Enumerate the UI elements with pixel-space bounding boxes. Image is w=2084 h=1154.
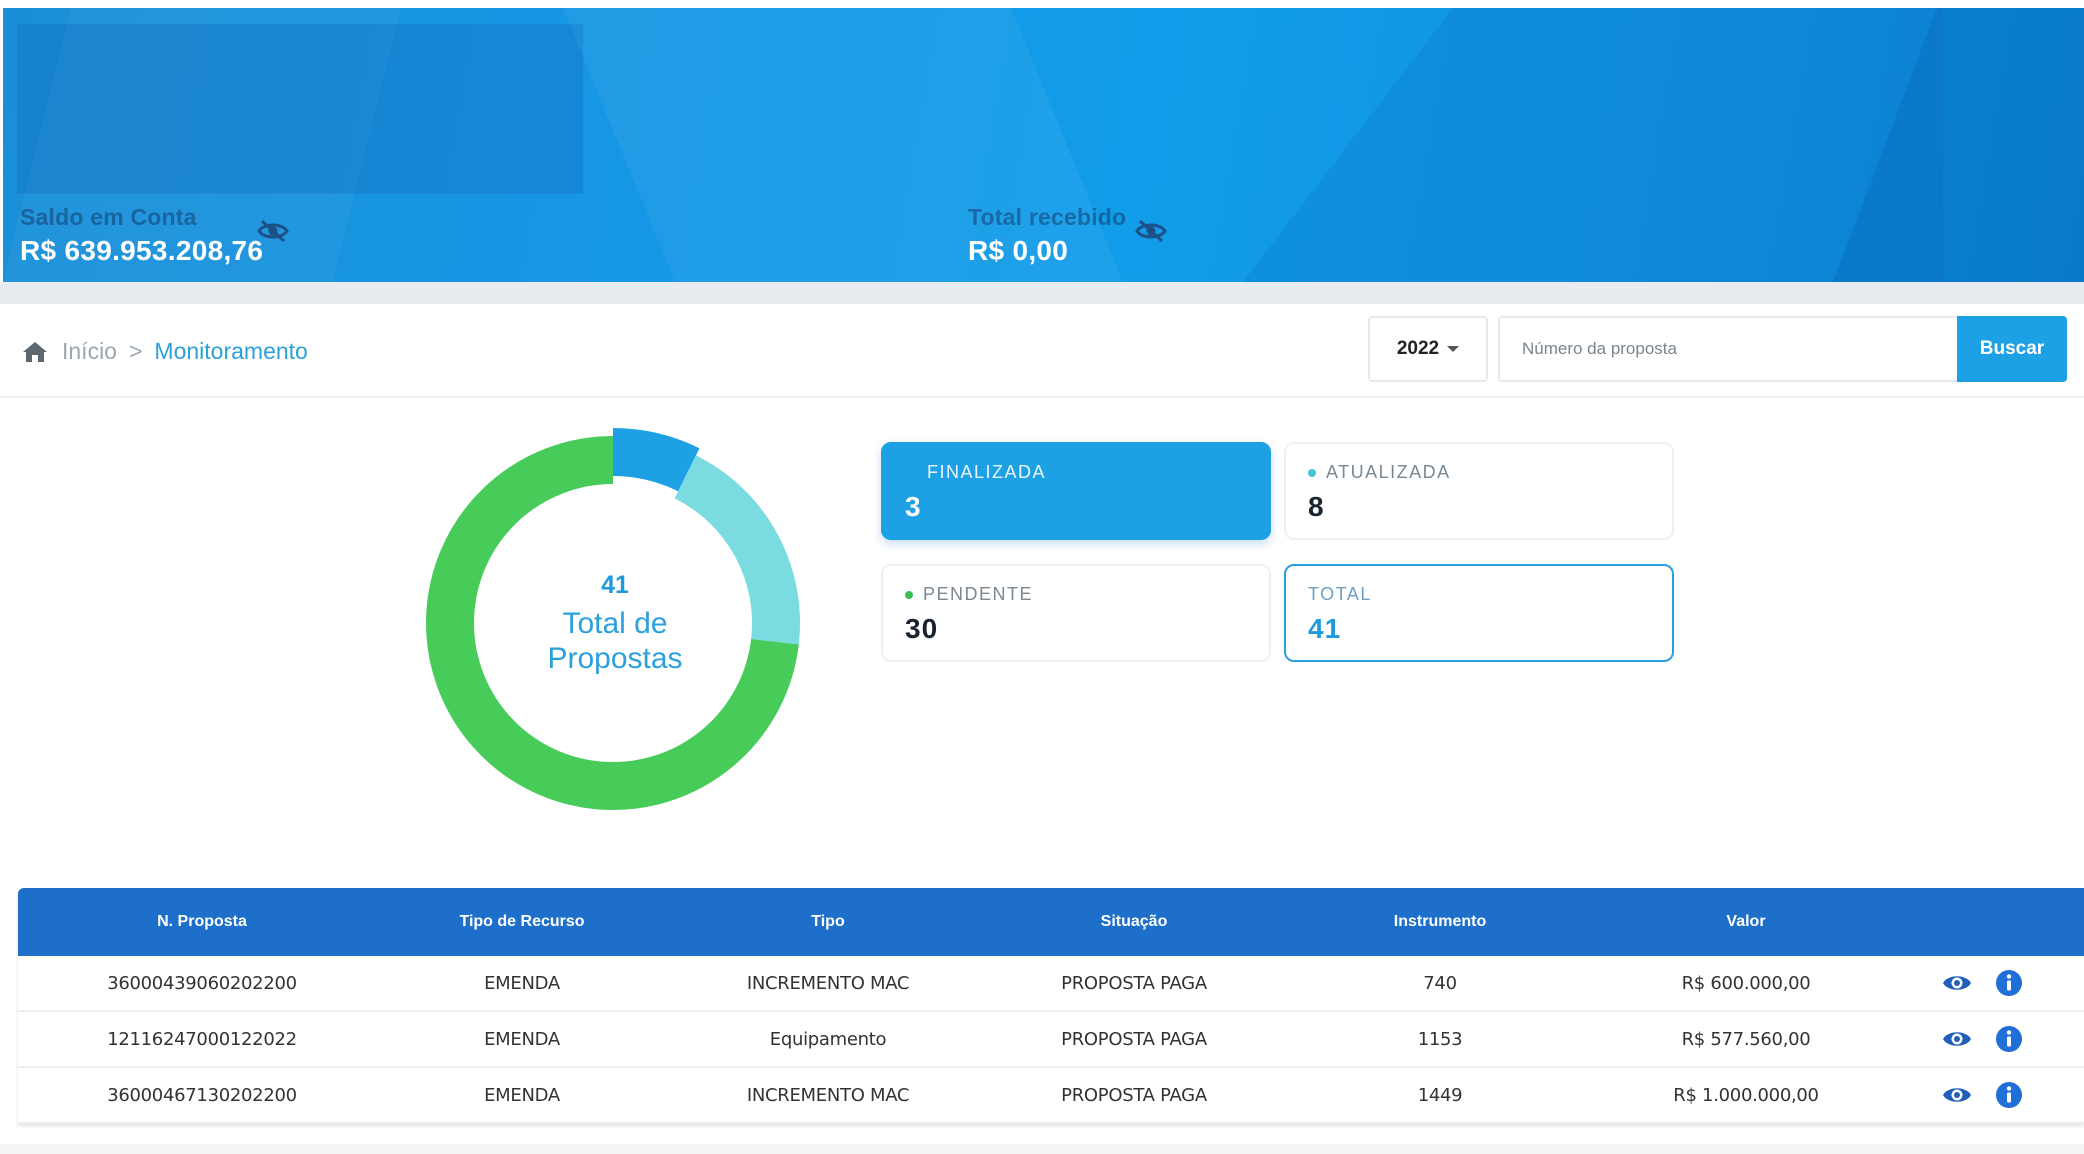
status-dot-icon — [905, 590, 913, 599]
banner-divider — [0, 282, 2084, 304]
status-dot-icon — [1308, 468, 1316, 477]
status-card-title: PENDENTE — [905, 584, 1247, 605]
cell-status: PROPOSTA PAGA — [1061, 1084, 1207, 1106]
home-icon[interactable] — [22, 340, 48, 364]
status-card-label: ATUALIZADA — [1326, 462, 1451, 482]
total-received-value: R$ 0,00 — [968, 235, 1069, 266]
info-icon[interactable] — [1994, 1080, 2024, 1110]
status-card-title: ATUALIZADA — [1308, 462, 1650, 483]
chevron-down-icon — [1447, 346, 1460, 352]
breadcrumb-separator: > — [128, 338, 143, 364]
breadcrumb: Início > Monitoramento — [22, 338, 308, 365]
status-card-count: 3 — [905, 491, 922, 522]
eye-icon[interactable] — [1942, 968, 1972, 998]
status-card-atualizada[interactable]: ATUALIZADA 8 — [1284, 442, 1674, 540]
account-balance-label: Saldo em Conta — [20, 204, 197, 230]
donut-center: 41 Total de Propostas — [420, 418, 810, 818]
toolbar: Início > Monitoramento 2022 Buscar — [0, 304, 2084, 398]
status-card-label: FINALIZADA — [927, 462, 1047, 482]
breadcrumb-current[interactable]: Monitoramento — [154, 338, 307, 365]
proposals-donut-chart: 41 Total de Propostas — [420, 418, 810, 818]
status-card-count: 30 — [905, 613, 939, 644]
proposal-search-input[interactable] — [1498, 316, 1958, 382]
eye-icon[interactable] — [1942, 1024, 1972, 1054]
status-card-label: TOTAL — [1308, 584, 1372, 604]
cell-resource-type: EMENDA — [484, 1084, 560, 1106]
table-row: 36000467130202200 EMENDA INCREMENTO MAC … — [18, 1068, 2084, 1124]
total-received: Total recebido R$ 0,00 — [968, 204, 1167, 267]
cell-proposal-number: 36000467130202200 — [107, 1084, 297, 1106]
donut-center-label: Total de Propostas — [547, 606, 683, 675]
table-row: 36000439060202200 EMENDA INCREMENTO MAC … — [18, 956, 2084, 1012]
column-header[interactable]: N. Proposta — [18, 913, 386, 931]
table-header: N. Proposta Tipo de Recurso Tipo Situaçã… — [18, 888, 2084, 956]
cell-type: INCREMENTO MAC — [746, 972, 910, 994]
cell-value: R$ 600.000,00 — [1681, 972, 1811, 994]
cell-type: INCREMENTO MAC — [746, 1084, 910, 1106]
breadcrumb-home[interactable]: Início — [62, 338, 117, 365]
cell-instrument: 1449 — [1417, 1084, 1463, 1106]
cell-instrument: 1153 — [1417, 1028, 1463, 1050]
column-header[interactable]: Instrumento — [1270, 913, 1610, 931]
cell-status: PROPOSTA PAGA — [1061, 1028, 1207, 1050]
banner-decoration — [1243, 8, 1943, 282]
status-card-count: 8 — [1308, 491, 1325, 522]
eye-slash-icon[interactable] — [1134, 218, 1168, 244]
status-card-total[interactable]: TOTAL 41 — [1284, 564, 1674, 662]
cell-value: R$ 577.560,00 — [1681, 1028, 1811, 1050]
search-button[interactable]: Buscar — [1957, 316, 2067, 382]
total-received-label: Total recebido — [968, 204, 1127, 230]
column-header[interactable]: Tipo de Recurso — [386, 913, 658, 931]
cell-actions — [1882, 1024, 2084, 1054]
cell-proposal-number: 36000439060202200 — [107, 972, 297, 994]
status-card-label: PENDENTE — [923, 584, 1034, 604]
banner-decoration — [17, 24, 583, 194]
proposals-table: N. Proposta Tipo de Recurso Tipo Situaçã… — [18, 888, 2084, 1124]
cell-resource-type: EMENDA — [484, 1028, 560, 1050]
year-select-value: 2022 — [1396, 338, 1440, 359]
info-icon[interactable] — [1994, 1024, 2024, 1054]
cell-instrument: 740 — [1423, 972, 1457, 994]
eye-slash-icon[interactable] — [256, 218, 290, 244]
status-card-finalizada[interactable]: FINALIZADA 3 — [881, 442, 1271, 540]
info-icon[interactable] — [1994, 968, 2024, 998]
cell-status: PROPOSTA PAGA — [1061, 972, 1207, 994]
header-banner: Saldo em Conta R$ 639.953.208,76 Total r… — [3, 8, 2084, 282]
status-card-count: 41 — [1308, 613, 1342, 644]
status-card-pendente[interactable]: PENDENTE 30 — [881, 564, 1271, 662]
account-balance-value: R$ 639.953.208,76 — [20, 235, 264, 266]
account-balance: Saldo em Conta R$ 639.953.208,76 — [20, 204, 289, 267]
eye-icon[interactable] — [1942, 1080, 1972, 1110]
column-header[interactable]: Situação — [998, 913, 1270, 931]
cell-proposal-number: 12116247000122022 — [107, 1028, 297, 1050]
cell-actions — [1882, 1080, 2084, 1110]
page-footer-strip — [0, 1144, 2084, 1154]
column-header[interactable]: Tipo — [658, 913, 998, 931]
cell-resource-type: EMENDA — [484, 972, 560, 994]
donut-center-value: 41 — [601, 570, 629, 599]
cell-actions — [1882, 968, 2084, 998]
table-row: 12116247000122022 EMENDA Equipamento PRO… — [18, 1012, 2084, 1068]
year-select[interactable]: 2022 — [1368, 316, 1488, 382]
cell-type: Equipamento — [769, 1028, 887, 1050]
column-header[interactable]: Valor — [1610, 913, 1882, 931]
cell-value: R$ 1.000.000,00 — [1673, 1084, 1819, 1106]
